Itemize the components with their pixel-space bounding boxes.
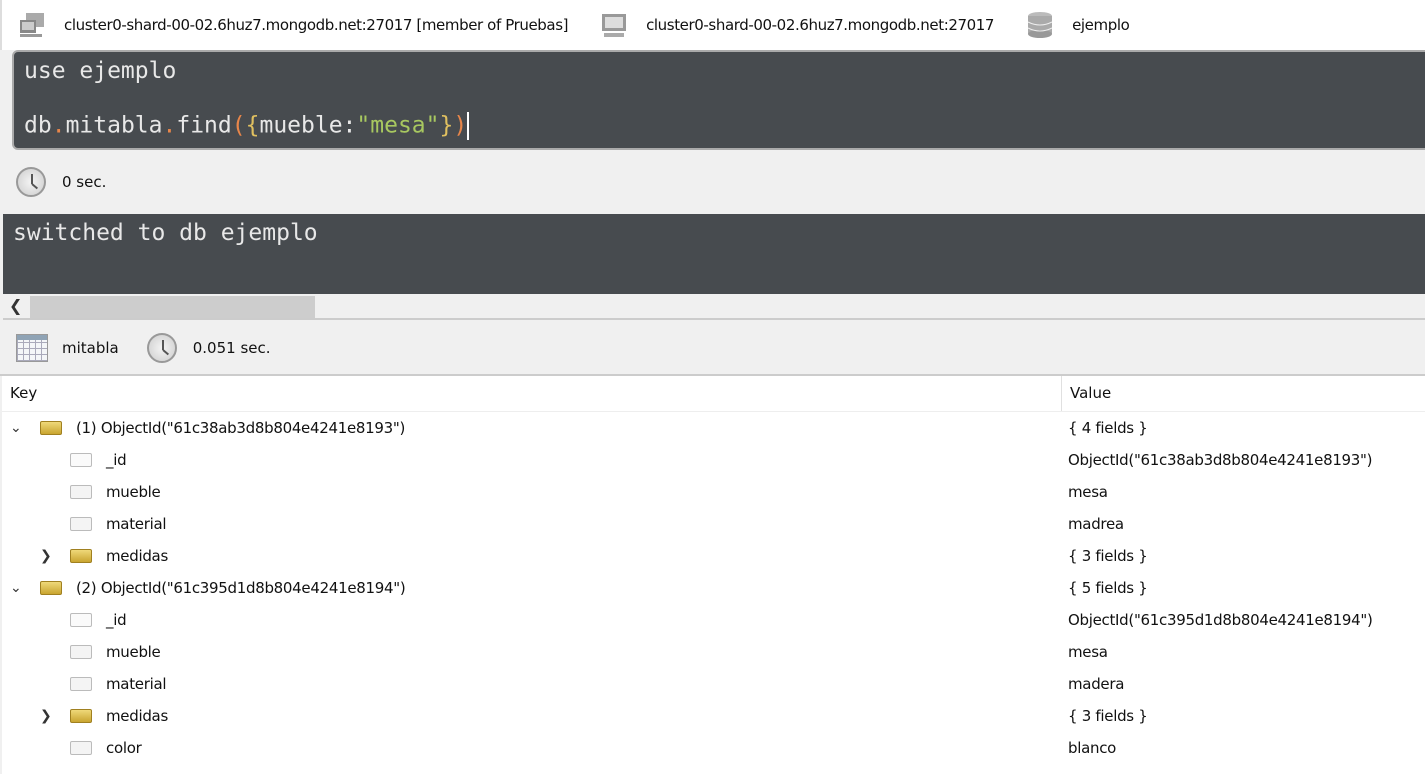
row-value: { 5 fields } bbox=[1068, 579, 1148, 597]
tree-row[interactable]: material madera bbox=[2, 668, 1425, 700]
table-icon bbox=[16, 334, 48, 362]
row-key: (2) ObjectId("61c395d1d8b804e4241e8194") bbox=[76, 579, 406, 597]
string-type-icon bbox=[70, 677, 92, 691]
scrollbar-thumb[interactable] bbox=[30, 296, 315, 318]
string-type-icon bbox=[70, 517, 92, 531]
column-value[interactable]: Value bbox=[1062, 376, 1111, 411]
chevron-right-icon[interactable]: ❯ bbox=[40, 708, 52, 724]
computer-icon bbox=[602, 14, 627, 37]
host-label: cluster0-shard-00-02.6huz7.mongodb.net:2… bbox=[646, 16, 995, 34]
row-key: (1) ObjectId("61c38ab3d8b804e4241e8193") bbox=[76, 419, 406, 437]
row-value: mesa bbox=[1068, 643, 1108, 661]
server-label: cluster0-shard-00-02.6huz7.mongodb.net:2… bbox=[64, 16, 569, 34]
object-type-icon bbox=[40, 581, 62, 595]
string-type-icon bbox=[70, 645, 92, 659]
clock-icon bbox=[16, 167, 46, 197]
chevron-down-icon[interactable]: ⌄ bbox=[10, 580, 22, 596]
row-key: _id bbox=[106, 611, 127, 629]
objectid-type-icon bbox=[70, 453, 92, 467]
chevron-right-icon[interactable]: ❯ bbox=[40, 548, 52, 564]
text-cursor bbox=[467, 112, 470, 140]
objectid-type-icon bbox=[70, 613, 92, 627]
chevron-down-icon[interactable]: ⌄ bbox=[10, 420, 22, 436]
row-value: madrea bbox=[1068, 515, 1124, 533]
row-value: mesa bbox=[1068, 483, 1108, 501]
row-value: blanco bbox=[1068, 739, 1117, 757]
row-key: material bbox=[106, 675, 167, 693]
connection-bar: cluster0-shard-00-02.6huz7.mongodb.net:2… bbox=[0, 0, 1425, 50]
replica-set-server-icon bbox=[20, 13, 44, 37]
collection-name: mitabla bbox=[62, 339, 119, 357]
tree-row[interactable]: ⌄ (1) ObjectId("61c38ab3d8b804e4241e8193"… bbox=[2, 412, 1425, 444]
row-key: mueble bbox=[106, 643, 161, 661]
tree-row[interactable]: ❯ medidas { 3 fields } bbox=[2, 700, 1425, 732]
row-key: medidas bbox=[106, 707, 168, 725]
object-type-icon bbox=[70, 549, 92, 563]
row-key: material bbox=[106, 515, 167, 533]
editor-line-2: db.mitabla.find({mueble:"mesa"}) bbox=[24, 112, 470, 140]
row-value: ObjectId("61c38ab3d8b804e4241e8193") bbox=[1068, 451, 1373, 469]
row-value: { 3 fields } bbox=[1068, 707, 1148, 725]
row-key: medidas bbox=[106, 547, 168, 565]
string-type-icon bbox=[70, 485, 92, 499]
tree-row[interactable]: ❯ medidas { 3 fields } bbox=[2, 540, 1425, 572]
result-header: mitabla 0.051 sec. bbox=[0, 322, 1425, 376]
query-time: 0 sec. bbox=[62, 173, 107, 191]
row-value: ObjectId("61c395d1d8b804e4241e8194") bbox=[1068, 611, 1373, 629]
column-key[interactable]: Key bbox=[2, 376, 1062, 411]
table-header: Key Value bbox=[2, 376, 1425, 412]
results-tree-table: Key Value ⌄ (1) ObjectId("61c38ab3d8b804e… bbox=[2, 376, 1425, 774]
clock-icon bbox=[146, 333, 177, 363]
row-key: mueble bbox=[106, 483, 161, 501]
object-type-icon bbox=[70, 709, 92, 723]
horizontal-scrollbar[interactable]: ❮ bbox=[3, 294, 1425, 320]
tree-row[interactable]: mueble mesa bbox=[2, 476, 1425, 508]
editor-line-1: use ejemplo bbox=[24, 58, 177, 84]
query-time-bar: 0 sec. bbox=[0, 150, 1425, 214]
shell-output: switched to db ejemplo bbox=[3, 214, 1425, 294]
row-value: { 3 fields } bbox=[1068, 547, 1148, 565]
tree-row[interactable]: material madrea bbox=[2, 508, 1425, 540]
database-label: ejemplo bbox=[1072, 16, 1130, 34]
tree-row[interactable]: _id ObjectId("61c38ab3d8b804e4241e8193") bbox=[2, 444, 1425, 476]
tree-row[interactable]: color blanco bbox=[2, 732, 1425, 764]
row-value: madera bbox=[1068, 675, 1125, 693]
tree-row[interactable]: _id ObjectId("61c395d1d8b804e4241e8194") bbox=[2, 604, 1425, 636]
row-value: { 4 fields } bbox=[1068, 419, 1148, 437]
object-type-icon bbox=[40, 421, 62, 435]
tree-row[interactable]: mueble mesa bbox=[2, 636, 1425, 668]
result-time: 0.051 sec. bbox=[192, 339, 271, 357]
database-icon bbox=[1027, 12, 1053, 38]
string-type-icon bbox=[70, 741, 92, 755]
scroll-left-icon[interactable]: ❮ bbox=[9, 296, 22, 315]
tree-row[interactable]: ⌄ (2) ObjectId("61c395d1d8b804e4241e8194"… bbox=[2, 572, 1425, 604]
row-key: color bbox=[106, 739, 142, 757]
row-key: _id bbox=[106, 451, 127, 469]
query-editor[interactable]: use ejemplo db.mitabla.find({mueble:"mes… bbox=[12, 50, 1425, 150]
